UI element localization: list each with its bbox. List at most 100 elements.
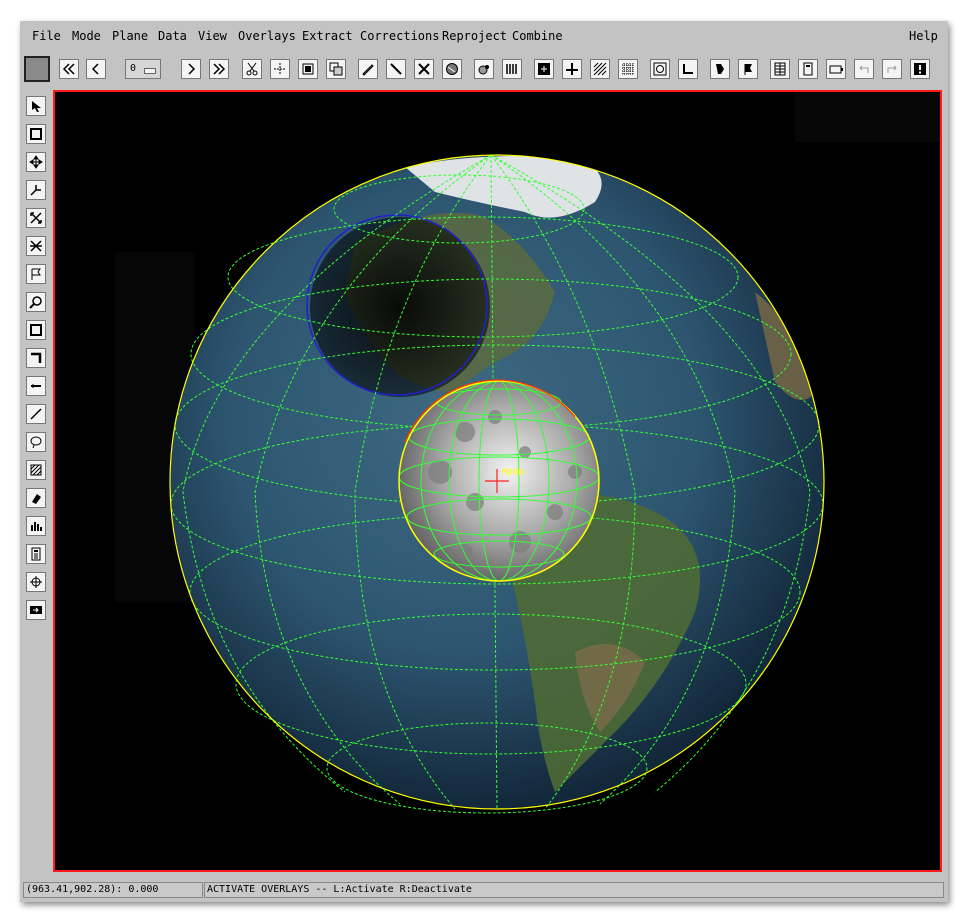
magnifier-icon [29, 296, 42, 309]
menu-extract[interactable]: Extract [302, 29, 353, 43]
grid-button[interactable] [618, 59, 638, 79]
zoom-tool[interactable] [26, 292, 46, 312]
calculator-tool[interactable] [26, 544, 46, 564]
menu-plane[interactable]: Plane [112, 29, 148, 43]
undo-icon [859, 65, 869, 73]
redo-button[interactable] [882, 59, 902, 79]
left-arrow-icon [91, 63, 99, 75]
prev-plane-button[interactable] [86, 59, 106, 79]
menu-data[interactable]: Data [158, 29, 187, 43]
right-arrow-icon [188, 63, 196, 75]
first-plane-button[interactable] [59, 59, 79, 79]
hatch-pattern-icon [593, 62, 607, 76]
lasso-tool[interactable] [26, 432, 46, 452]
split-tool[interactable] [26, 180, 46, 200]
crosshair-icon [274, 63, 286, 75]
corner-tool[interactable] [26, 348, 46, 368]
cut-button[interactable] [242, 59, 262, 79]
crosshair-button[interactable] [270, 59, 290, 79]
image-canvas[interactable]: MOON [53, 90, 942, 872]
menu-help[interactable]: Help [909, 29, 938, 43]
menu-mode[interactable]: Mode [72, 29, 101, 43]
square-icon [30, 128, 42, 140]
pick-button[interactable] [710, 59, 730, 79]
move-arrows-icon [29, 155, 43, 169]
overlay-window-button[interactable] [326, 59, 346, 79]
menu-bar: File Mode Plane Data View Overlays Extra… [20, 21, 948, 49]
globe-view[interactable]: MOON [55, 92, 940, 870]
center-target-icon [30, 576, 42, 588]
paint-button[interactable] [474, 59, 494, 79]
overlay-window-icon [329, 62, 343, 76]
alert-button[interactable] [910, 59, 930, 79]
corner-button[interactable] [678, 59, 698, 79]
moon-crater [428, 460, 452, 484]
select-tool[interactable] [26, 96, 46, 116]
export-tool[interactable] [26, 600, 46, 620]
table-button[interactable] [770, 59, 790, 79]
box-icon [30, 324, 42, 336]
split-icon [30, 185, 41, 196]
paint-icon [32, 494, 41, 504]
pencil-button[interactable] [358, 59, 378, 79]
axis-button[interactable] [562, 59, 582, 79]
histogram-tool[interactable] [26, 516, 46, 536]
bars-button[interactable] [502, 59, 522, 79]
battery-button[interactable] [826, 59, 846, 79]
menu-overlays[interactable]: Overlays [238, 29, 296, 43]
pattern-icon [30, 464, 42, 476]
line-tool[interactable] [26, 404, 46, 424]
plane-number-field[interactable]: 0 [125, 59, 161, 79]
status-message: ACTIVATE OVERLAYS -- L:Activate R:Deacti… [204, 882, 944, 898]
box-tool[interactable] [26, 320, 46, 340]
grid-dots-icon [622, 63, 634, 75]
rectangle-tool[interactable] [26, 124, 46, 144]
move-tool[interactable] [26, 152, 46, 172]
corner-arrow-icon [31, 352, 42, 363]
flag-button[interactable] [738, 59, 758, 79]
line-button[interactable] [386, 59, 406, 79]
undo-button[interactable] [854, 59, 874, 79]
tools-button[interactable] [414, 59, 434, 79]
battery-icon [829, 65, 843, 74]
pattern-button[interactable] [590, 59, 610, 79]
ruler-tool[interactable] [26, 376, 46, 396]
globe-button[interactable] [442, 59, 462, 79]
flag-outline-icon [31, 268, 41, 280]
hand-pointer-icon [716, 64, 724, 74]
calculator-button[interactable] [798, 59, 818, 79]
corner-icon [683, 64, 693, 74]
expand-icon [30, 212, 42, 224]
coordinate-readout: (963.41,902.28): 0.000 [23, 882, 203, 898]
moon-crater [488, 410, 502, 424]
next-plane-button[interactable] [181, 59, 201, 79]
last-plane-button[interactable] [209, 59, 229, 79]
menu-corrections[interactable]: Corrections [360, 29, 439, 43]
frame-button[interactable] [298, 59, 318, 79]
line-icon [30, 408, 42, 420]
expand-tool[interactable] [26, 208, 46, 228]
lasso-icon [30, 436, 42, 449]
moon-crater [519, 446, 531, 458]
export-icon [30, 606, 42, 614]
target-button[interactable] [650, 59, 670, 79]
add-point-button[interactable] [534, 59, 554, 79]
menu-reproject[interactable]: Reproject [442, 29, 507, 43]
plane-number-value: 0 [130, 63, 137, 74]
table-icon [774, 62, 786, 76]
flag-icon [744, 64, 752, 75]
pattern-tool[interactable] [26, 460, 46, 480]
menu-combine[interactable]: Combine [512, 29, 563, 43]
collapse-tool[interactable] [26, 236, 46, 256]
redo-icon [887, 65, 897, 73]
menu-view[interactable]: View [198, 29, 227, 43]
moon-label: MOON [502, 468, 524, 478]
tools-icon [418, 63, 430, 75]
paint-tool[interactable] [26, 488, 46, 508]
menu-file[interactable]: File [32, 29, 61, 43]
moon-crater [457, 544, 473, 560]
center-tool[interactable] [26, 572, 46, 592]
current-color-button[interactable] [24, 56, 50, 82]
flag-tool[interactable] [26, 264, 46, 284]
calculator-icon [803, 62, 813, 76]
